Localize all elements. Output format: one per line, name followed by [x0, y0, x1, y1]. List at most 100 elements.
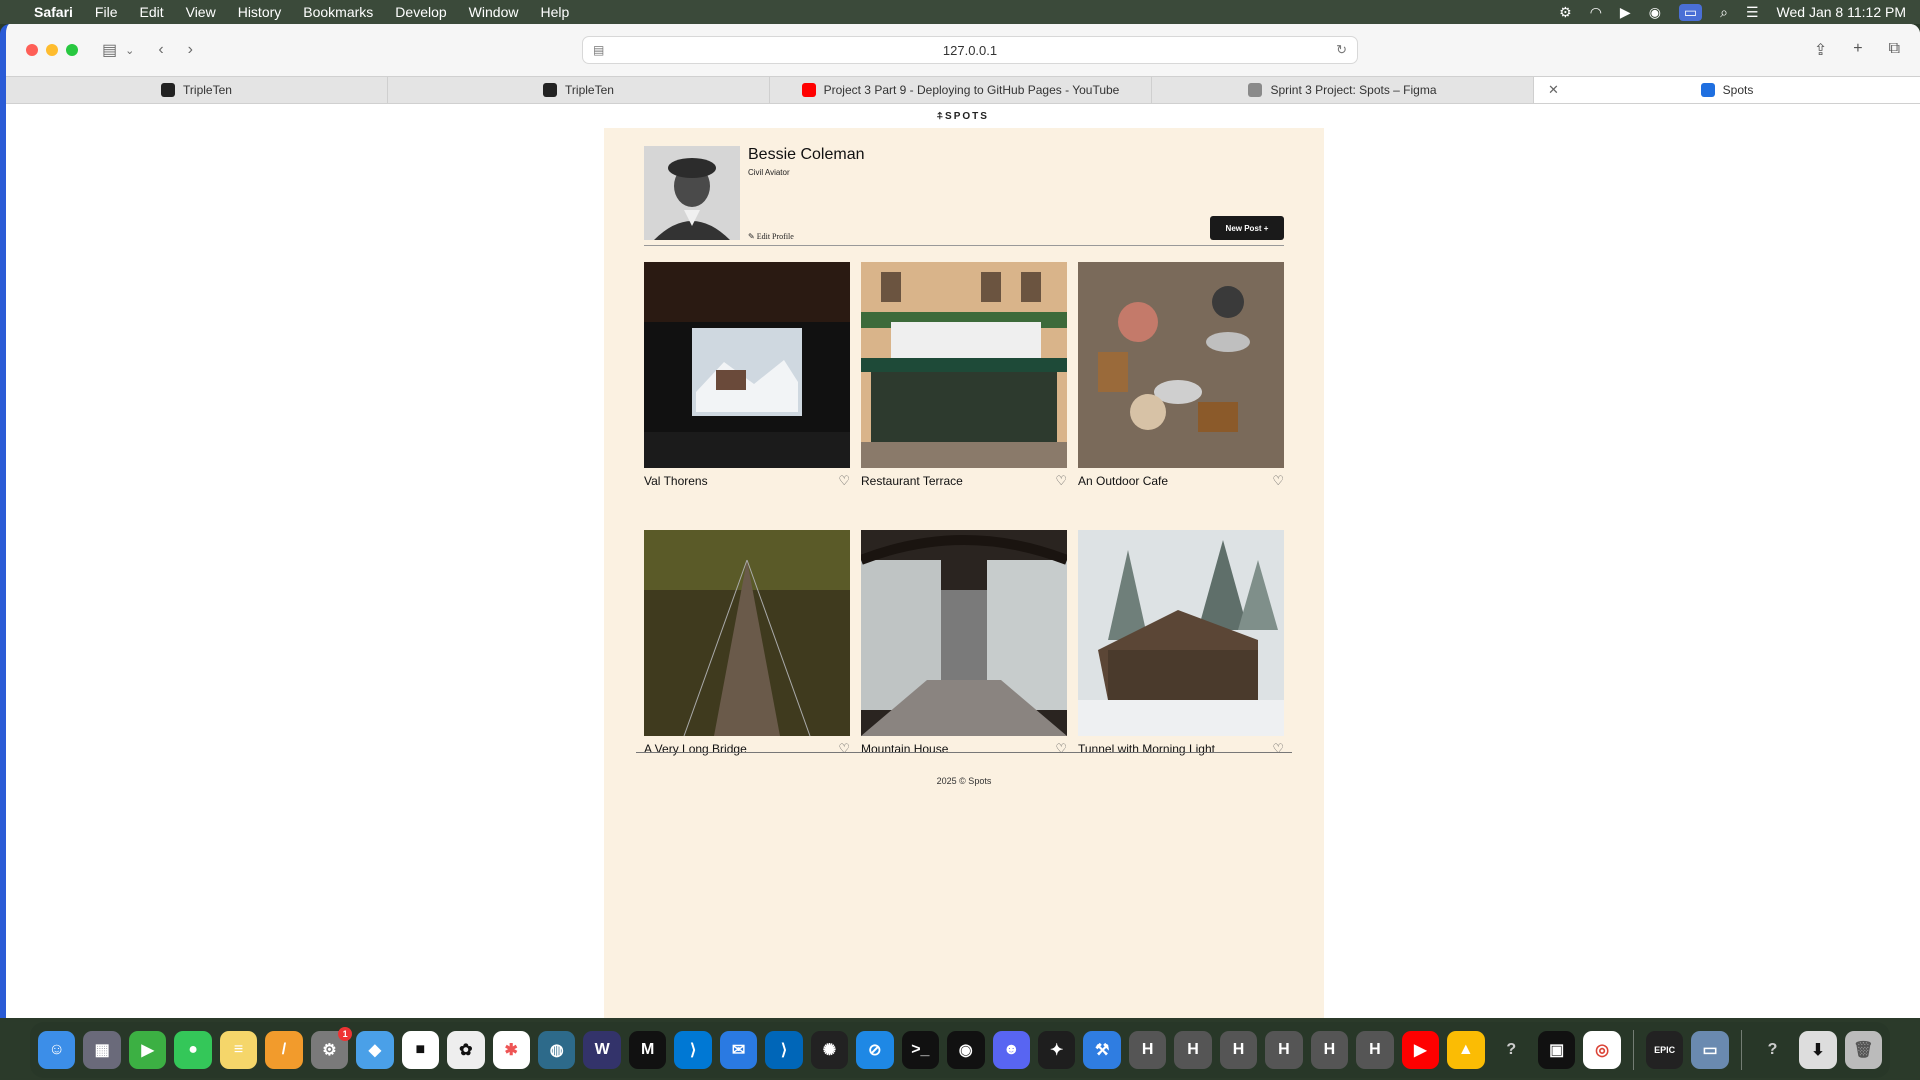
- settings-badge: 1: [338, 1027, 353, 1041]
- finder-icon[interactable]: ☺: [38, 1031, 76, 1069]
- minimize-window-button[interactable]: [46, 44, 58, 56]
- app-icon[interactable]: ◍: [537, 1031, 576, 1069]
- xcode-icon[interactable]: ⚒: [1083, 1031, 1121, 1069]
- edit-profile-button[interactable]: ✎ Edit Profile: [748, 232, 794, 241]
- app-icon[interactable]: ✱: [492, 1031, 530, 1069]
- tab-label: Sprint 3 Project: Spots – Figma: [1270, 83, 1437, 97]
- like-heart-icon[interactable]: ♡: [838, 741, 850, 757]
- vscode-icon[interactable]: ⟩: [674, 1031, 712, 1069]
- back-icon[interactable]: ‹: [158, 41, 163, 59]
- app-icon[interactable]: ■: [401, 1031, 440, 1069]
- h-icon[interactable]: H: [1356, 1031, 1394, 1069]
- forward-icon[interactable]: ›: [188, 41, 193, 59]
- tab-spots[interactable]: ✕ Spots: [1534, 77, 1920, 103]
- pencil-icon: ✎: [748, 232, 755, 241]
- clock[interactable]: Wed Jan 8 11:12 PM: [1777, 4, 1906, 20]
- card-footer: A Very Long Bridge ♡: [644, 736, 850, 762]
- card-image[interactable]: [861, 262, 1067, 468]
- mail-icon[interactable]: ✉: [719, 1031, 758, 1069]
- tab-tripleten-1[interactable]: TripleTen: [6, 77, 388, 103]
- pages-icon[interactable]: /: [265, 1031, 303, 1069]
- chrome-icon[interactable]: ◎: [1583, 1031, 1621, 1069]
- h-icon[interactable]: H: [1219, 1031, 1258, 1069]
- wifi-icon[interactable]: ◉: [1649, 4, 1661, 21]
- card-image[interactable]: [644, 262, 850, 468]
- tab-overview-icon[interactable]: ⧉: [1889, 40, 1900, 60]
- address-bar[interactable]: ▤ 127.0.0.1 ↻: [582, 36, 1358, 64]
- tab-tripleten-2[interactable]: TripleTen: [388, 77, 770, 103]
- screen-mirroring-icon[interactable]: ▭: [1678, 3, 1703, 21]
- app-icon[interactable]: W: [583, 1031, 621, 1069]
- trash-icon[interactable]: 🗑: [1844, 1031, 1883, 1069]
- app-icon[interactable]: M: [628, 1031, 667, 1069]
- notes-icon[interactable]: ≡: [219, 1031, 258, 1069]
- site-logo[interactable]: ⍏SPOTS: [6, 104, 1920, 128]
- tab-youtube[interactable]: Project 3 Part 9 - Deploying to GitHub P…: [770, 77, 1152, 103]
- sidebar-toggle-icon[interactable]: ▤: [102, 40, 117, 60]
- zoom-window-button[interactable]: [66, 44, 78, 56]
- reload-icon[interactable]: ↻: [1336, 42, 1347, 58]
- card-image[interactable]: [1078, 530, 1284, 736]
- app-icon[interactable]: ▲: [1447, 1031, 1485, 1069]
- settings-icon[interactable]: ⚙ 1: [310, 1027, 353, 1069]
- share-icon[interactable]: ⇪: [1814, 40, 1827, 60]
- chatgpt-status-icon[interactable]: ⚙: [1559, 4, 1572, 21]
- card-title: Mountain House: [861, 742, 949, 756]
- new-post-button[interactable]: New Post +: [1210, 216, 1284, 240]
- menu-history[interactable]: History: [238, 4, 282, 20]
- app-icon[interactable]: ▣: [1537, 1031, 1576, 1069]
- headphones-icon[interactable]: ◠: [1590, 4, 1602, 21]
- facetime-icon[interactable]: ▶: [128, 1031, 167, 1069]
- vscode-icon[interactable]: ⟩: [765, 1031, 803, 1069]
- tripleten-icon: [161, 83, 176, 97]
- chatgpt-icon[interactable]: ✺: [810, 1031, 849, 1069]
- help-icon[interactable]: ?: [1493, 1031, 1530, 1069]
- chevron-down-icon[interactable]: ⌄: [125, 44, 134, 57]
- h-icon[interactable]: H: [1128, 1031, 1167, 1069]
- tab-figma[interactable]: Sprint 3 Project: Spots – Figma: [1152, 77, 1534, 103]
- h-icon[interactable]: H: [1265, 1031, 1303, 1069]
- menu-file[interactable]: File: [95, 4, 118, 20]
- github-icon[interactable]: ◉: [947, 1031, 985, 1069]
- control-center-icon[interactable]: ☰: [1746, 4, 1759, 21]
- safari-icon[interactable]: ⊘: [856, 1031, 894, 1069]
- menu-edit[interactable]: Edit: [139, 4, 163, 20]
- menu-view[interactable]: View: [186, 4, 216, 20]
- downloads-icon[interactable]: ⬇: [1799, 1031, 1837, 1069]
- h-icon[interactable]: H: [1310, 1031, 1349, 1069]
- figma-icon[interactable]: ✦: [1037, 1031, 1076, 1069]
- menu-window[interactable]: Window: [469, 4, 519, 20]
- new-tab-icon[interactable]: +: [1853, 40, 1862, 60]
- card-image[interactable]: [644, 530, 850, 736]
- app-icon[interactable]: ◆: [356, 1031, 394, 1069]
- card-image[interactable]: [1078, 262, 1284, 468]
- like-heart-icon[interactable]: ♡: [838, 473, 850, 489]
- like-heart-icon[interactable]: ♡: [1055, 473, 1067, 489]
- menu-help[interactable]: Help: [540, 4, 569, 20]
- close-tab-icon[interactable]: ✕: [1548, 82, 1559, 98]
- app-icon[interactable]: ✿: [447, 1031, 485, 1069]
- youtube-icon[interactable]: ▶: [1401, 1031, 1440, 1069]
- terminal-icon[interactable]: >_: [901, 1031, 940, 1069]
- address-text[interactable]: 127.0.0.1: [943, 43, 997, 58]
- close-window-button[interactable]: [26, 44, 38, 56]
- help-icon[interactable]: ?: [1754, 1031, 1791, 1069]
- menu-develop[interactable]: Develop: [395, 4, 446, 20]
- menu-app-name[interactable]: Safari: [34, 4, 73, 20]
- page-settings-icon[interactable]: ▤: [593, 43, 604, 57]
- menu-bookmarks[interactable]: Bookmarks: [303, 4, 373, 20]
- h-icon[interactable]: H: [1174, 1031, 1212, 1069]
- play-icon[interactable]: ▶: [1620, 4, 1631, 21]
- spotlight-search-icon[interactable]: ⌕: [1720, 4, 1728, 21]
- safari-window: ▤ ⌄ ‹ › ▤ 127.0.0.1 ↻ ⇪ + ⧉ TripleTen Tr…: [0, 24, 1920, 1018]
- like-heart-icon[interactable]: ♡: [1272, 741, 1284, 757]
- card-image[interactable]: [861, 530, 1067, 736]
- discord-icon[interactable]: ☻: [992, 1031, 1030, 1069]
- edit-profile-label: Edit Profile: [756, 232, 794, 241]
- like-heart-icon[interactable]: ♡: [1055, 741, 1067, 757]
- epic-games-icon[interactable]: EPIC: [1645, 1031, 1684, 1069]
- app-icon[interactable]: ▭: [1691, 1031, 1729, 1069]
- like-heart-icon[interactable]: ♡: [1272, 473, 1284, 489]
- messages-icon[interactable]: ●: [174, 1031, 212, 1069]
- launchpad-icon[interactable]: ▦: [83, 1031, 121, 1069]
